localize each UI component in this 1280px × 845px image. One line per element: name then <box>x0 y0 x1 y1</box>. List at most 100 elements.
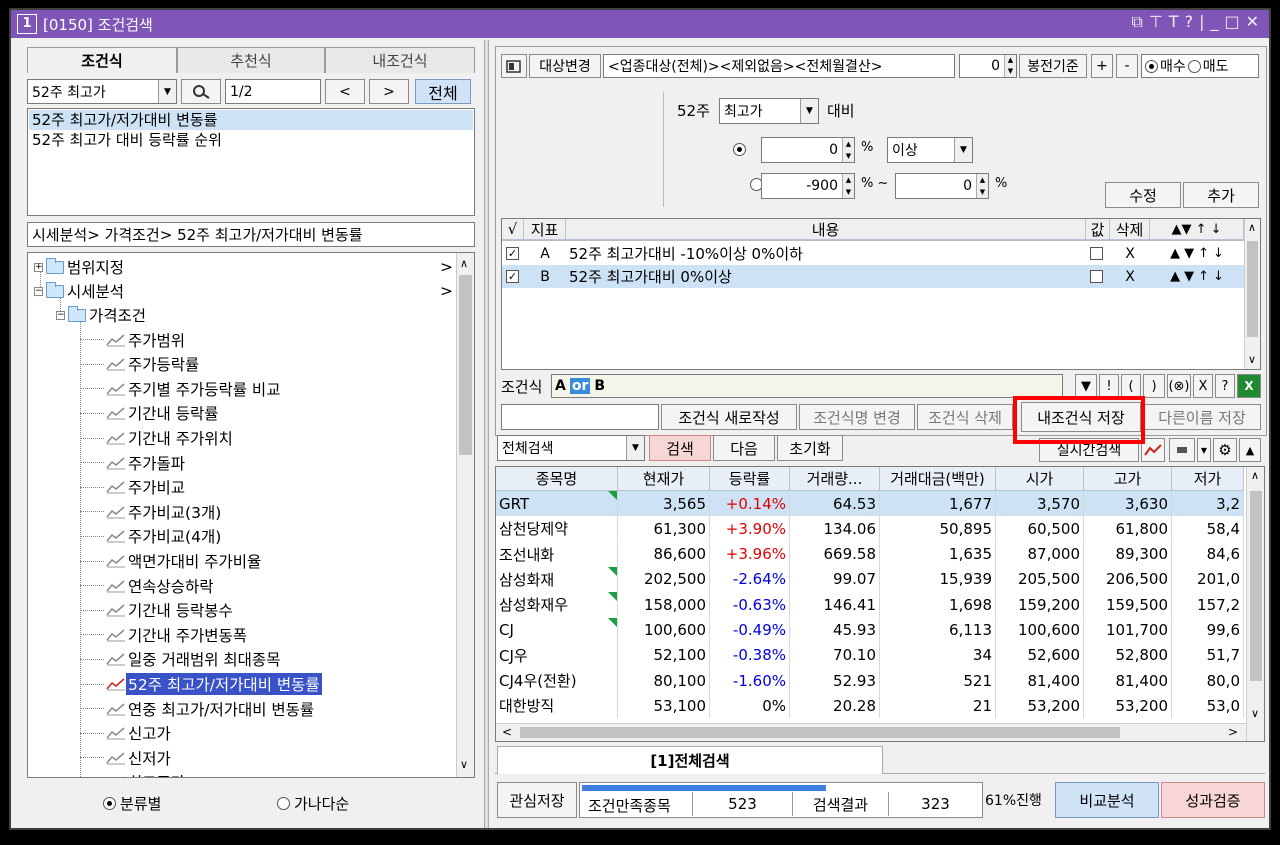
grid-header-cell[interactable]: 종목명 <box>496 467 618 491</box>
sort-by-name[interactable]: 가나다순 <box>277 793 349 814</box>
tree-item-price-condition[interactable]: − 가격조건 <box>56 303 146 327</box>
move-icons[interactable]: ▲ ▼ ↑ ↓ <box>1150 242 1244 265</box>
next-button[interactable]: > <box>369 79 409 104</box>
menu-button[interactable] <box>1169 438 1195 462</box>
move-up-icon[interactable]: ▲ <box>1170 246 1180 261</box>
performance-verify-button[interactable]: 성과검증 <box>1161 782 1265 818</box>
chevron-up-icon[interactable]: ∧ <box>1251 469 1259 482</box>
rename-condition-button[interactable]: 조건식명 변경 <box>799 404 915 430</box>
maximize-icon[interactable]: □ <box>1224 12 1239 32</box>
prev-button[interactable]: < <box>325 79 365 104</box>
collapse-icon[interactable]: − <box>34 286 43 296</box>
tree-leaf[interactable]: 기간내 등락봉수 <box>80 598 235 622</box>
buy-sell-radio[interactable]: 매수 매도 <box>1141 54 1259 78</box>
radio-icon[interactable] <box>1187 59 1201 73</box>
table-row[interactable]: CJ4우(전환) 80,100 -1.60% 52.93 521 81,400 81,400… <box>496 668 1244 694</box>
grid-header-cell[interactable]: 등락률 <box>710 467 790 491</box>
spin-icon[interactable]: ▲ ▼ <box>1004 55 1016 77</box>
grid-scrollbar[interactable]: ∧ ∨ <box>1246 467 1264 741</box>
tree-item-market-arrow[interactable]: > <box>440 279 453 303</box>
new-condition-button[interactable]: 조건식 새로작성 <box>661 404 797 430</box>
indicator-row[interactable]: ✓ A 52주 최고가대비 -10%이상 0%이하 X ▲ ▼ ↑ ↓ <box>502 242 1244 265</box>
tree-item-range[interactable]: + 범위지정 <box>34 255 124 279</box>
help-icon[interactable]: ? <box>1185 12 1194 32</box>
tree-leaf[interactable]: 기간내 등락률 <box>80 401 221 425</box>
tree-leaf[interactable]: 52주 최고가/저가대비 변동률 <box>80 672 322 696</box>
move-up-icon[interactable]: ▲ <box>1170 269 1180 284</box>
row2-to[interactable]: 0 ▲ ▼ <box>895 173 989 199</box>
table-row[interactable]: 삼성화재우 158,000 -0.63% 146.41 1,698 159,200 159,… <box>496 592 1244 618</box>
table-row[interactable]: 삼천당제약 61,300 +3.90% 134.06 50,895 60,500 61,80… <box>496 516 1244 542</box>
reset-button[interactable]: 초기화 <box>777 435 843 461</box>
table-row[interactable]: 조선내화 86,600 +3.96% 669.58 1,635 87,000 89,300 8… <box>496 541 1244 567</box>
pin-icon[interactable]: ⊤ <box>1149 12 1163 32</box>
radio-icon[interactable] <box>277 797 290 810</box>
list-item[interactable]: 52주 최고가 대비 등락률 순위 <box>29 130 473 150</box>
save-my-condition-button[interactable]: 내조건식 저장 <box>1021 402 1141 432</box>
scroll-thumb[interactable] <box>1250 491 1262 681</box>
tree-leaf[interactable]: 연중 최고가/저가대비 변동률 <box>80 697 316 721</box>
table-row[interactable]: 삼성화재 202,500 -2.64% 99.07 15,939 205,500 206,5… <box>496 566 1244 592</box>
move-top-icon[interactable]: ↑ <box>1198 246 1209 261</box>
plus-button[interactable]: + <box>1091 54 1113 78</box>
value-checkbox[interactable] <box>1090 270 1103 283</box>
scroll-thumb[interactable] <box>459 275 472 455</box>
tree-leaf[interactable]: 신저가 <box>80 746 173 770</box>
tree-scrollbar[interactable]: ∧ ∨ <box>456 253 474 777</box>
delete-icon[interactable]: X <box>1110 242 1150 265</box>
grid-header-cell[interactable]: 거래량... <box>790 467 880 491</box>
chevron-down-icon[interactable]: ∨ <box>1251 707 1259 720</box>
bong-basis-button[interactable]: 봉전기준 <box>1019 54 1087 78</box>
font-icon[interactable]: T <box>1169 12 1179 32</box>
tab-result-all[interactable]: [1]전체검색 <box>497 746 883 774</box>
splitter[interactable] <box>484 40 489 828</box>
tree-leaf[interactable]: 기간내 주가위치 <box>80 426 235 450</box>
save-as-button[interactable]: 다른이름 저장 <box>1143 404 1261 430</box>
chevron-up-icon[interactable]: ∧ <box>1248 221 1256 234</box>
formula-op-button[interactable]: ) <box>1143 374 1165 398</box>
formula-op-button[interactable]: ? <box>1215 374 1235 398</box>
move-down-icon[interactable]: ▼ <box>1184 269 1194 284</box>
row2-from[interactable]: -900 ▲ ▼ <box>761 173 855 199</box>
tree-leaf[interactable]: 액면가대비 주가비율 <box>80 549 263 573</box>
tree-leaf[interactable]: 주기별 주가등락률 비교 <box>80 377 282 401</box>
save-interest-button[interactable]: 관심저장 <box>497 782 577 818</box>
next-result-button[interactable]: 다음 <box>713 435 775 461</box>
formula-field[interactable]: A or B <box>551 374 1063 398</box>
tab-recommend[interactable]: 추천식 <box>177 47 325 73</box>
add-button[interactable]: 추가 <box>1183 182 1259 208</box>
link-icon[interactable]: ⧉ <box>1131 12 1142 32</box>
chevron-down-icon[interactable]: ▼ <box>1197 438 1211 462</box>
grid-header-cell[interactable]: 저가 <box>1172 467 1244 491</box>
all-button[interactable]: 전체 <box>415 79 471 104</box>
formula-op-button[interactable]: (⊗) <box>1167 374 1191 398</box>
grid-hscrollbar[interactable]: < > <box>496 723 1246 741</box>
excel-icon[interactable]: X <box>1237 374 1261 398</box>
formula-op-button[interactable]: X <box>1193 374 1213 398</box>
collapse-up-icon[interactable]: ▲ <box>1239 438 1261 462</box>
radio-icon[interactable] <box>1145 59 1158 73</box>
tab-my-condition[interactable]: 내조건식 <box>325 47 475 73</box>
delete-condition-button[interactable]: 조건식 삭제 <box>917 404 1013 430</box>
tree-leaf[interactable]: 주가등락률 <box>80 352 201 376</box>
move-icons[interactable]: ▲ ▼ ↑ ↓ <box>1150 265 1244 288</box>
edit-button[interactable]: 수정 <box>1105 182 1181 208</box>
grid-header-cell[interactable]: 현재가 <box>618 467 710 491</box>
tree-leaf[interactable]: 최고종가 <box>80 770 187 777</box>
sort-by-category[interactable]: 분류별 <box>103 793 161 814</box>
bong-value[interactable]: 0 ▲ ▼ <box>959 54 1017 78</box>
tab-condition[interactable]: 조건식 <box>27 47 177 73</box>
move-bottom-icon[interactable]: ↓ <box>1213 246 1224 261</box>
chevron-down-icon[interactable]: ∨ <box>1248 353 1256 366</box>
table-row[interactable]: CJ 100,600 -0.49% 45.93 6,113 100,600 101,700 9… <box>496 617 1244 643</box>
formula-op-button[interactable]: ( <box>1121 374 1141 398</box>
chevron-up-icon[interactable]: ∧ <box>460 257 468 270</box>
checkbox-checked[interactable]: ✓ <box>506 270 519 283</box>
table-row[interactable]: 대한방직 53,100 0% 20.28 21 53,200 53,200 53,0 <box>496 693 1244 719</box>
search-scope-select[interactable]: 전체검색 ▼ <box>497 435 645 461</box>
formula-operator[interactable]: or <box>569 378 591 394</box>
target-change-button[interactable]: 대상변경 <box>529 54 601 78</box>
grid-header-cell[interactable]: 시가 <box>996 467 1084 491</box>
search-run-button[interactable]: 검색 <box>649 435 711 461</box>
chart-button[interactable] <box>1141 438 1165 462</box>
